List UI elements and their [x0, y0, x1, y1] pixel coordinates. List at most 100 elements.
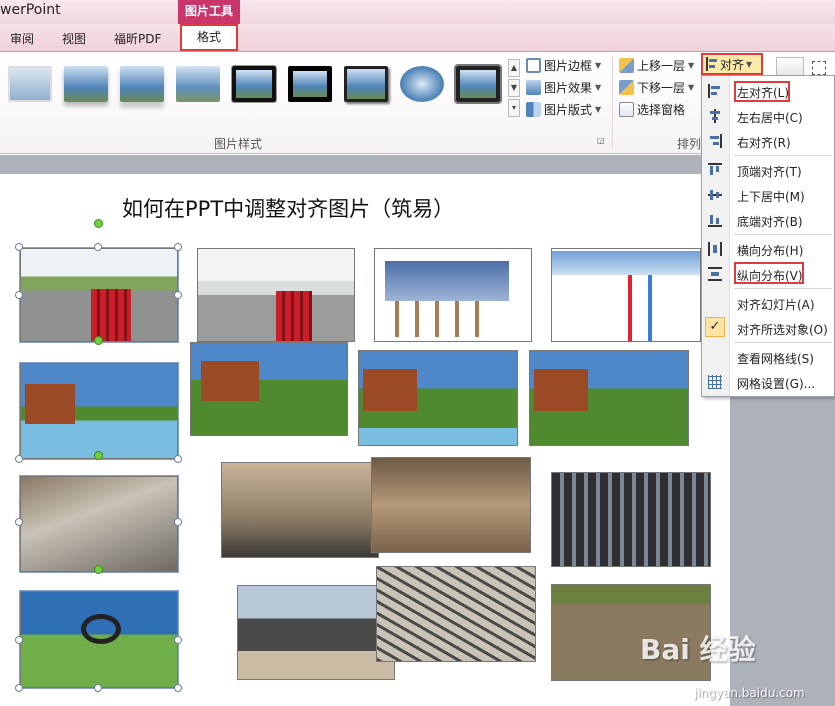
tab-foxit-pdf[interactable]: 福昕PDF	[114, 30, 161, 47]
slide-picture-4[interactable]	[551, 248, 701, 342]
grid-settings-icon	[708, 375, 722, 389]
menu-item-align-top[interactable]: 顶端对齐(T)	[702, 159, 834, 181]
menu-separator	[734, 342, 832, 343]
slide-picture-2[interactable]	[197, 248, 355, 342]
align-icon	[706, 57, 718, 71]
align-center-icon	[708, 109, 722, 123]
selection-frame	[19, 362, 179, 460]
resize-handle[interactable]	[15, 243, 23, 251]
resize-handle[interactable]	[174, 291, 182, 299]
menu-item-align-middle[interactable]: 上下居中(M)	[702, 184, 834, 206]
send-backward-button[interactable]: 下移一层 ▼	[619, 79, 694, 96]
menu-item-align-to-slide[interactable]: 对齐幻灯片(A)	[702, 292, 834, 314]
rotation-handle[interactable]	[94, 219, 103, 228]
picture-effects-icon	[526, 80, 541, 95]
resize-handle[interactable]	[15, 518, 23, 526]
title-bar: werPoint 图片工具	[0, 0, 835, 24]
distribute-vertical-icon	[708, 267, 722, 281]
slide-picture-14[interactable]	[237, 585, 395, 680]
resize-handle[interactable]	[174, 455, 182, 463]
picture-border-icon	[526, 58, 541, 73]
gallery-scroll-down[interactable]: ▼	[508, 79, 520, 97]
slide-picture-11[interactable]	[371, 457, 531, 553]
picture-style-8[interactable]	[400, 66, 444, 102]
menu-separator	[734, 155, 832, 156]
chevron-down-icon: ▼	[595, 61, 602, 70]
picture-style-6[interactable]	[288, 66, 332, 102]
align-middle-icon	[708, 188, 722, 202]
dialog-launcher-icon[interactable]: ◲	[597, 136, 605, 145]
resize-handle[interactable]	[94, 243, 102, 251]
chevron-down-icon: ▼	[746, 59, 753, 69]
picture-layout-button[interactable]: 图片版式 ▼	[526, 101, 601, 118]
rotate-button[interactable]	[812, 61, 826, 75]
menu-item-grid-settings[interactable]: 网格设置(G)...	[702, 371, 834, 393]
bring-forward-icon	[619, 58, 634, 73]
slide-title[interactable]: 如何在PPT中调整对齐图片（筑易）	[122, 193, 454, 223]
resize-handle[interactable]	[94, 684, 102, 692]
selection-pane-button[interactable]: 选择窗格	[619, 101, 685, 118]
picture-style-9[interactable]	[454, 64, 502, 104]
resize-handle[interactable]	[15, 636, 23, 644]
resize-handle[interactable]	[15, 291, 23, 299]
resize-handle[interactable]	[15, 455, 23, 463]
resize-handle[interactable]	[174, 518, 182, 526]
slide-picture-6[interactable]	[190, 342, 348, 436]
picture-tools-context-label: 图片工具	[178, 0, 240, 24]
bring-forward-button[interactable]: 上移一层 ▼	[619, 57, 694, 74]
resize-handle[interactable]	[15, 684, 23, 692]
resize-handle[interactable]	[174, 636, 182, 644]
picture-styles-gallery: ▲ ▼ ▾	[2, 56, 520, 120]
group-separator	[612, 56, 613, 148]
send-backward-icon	[619, 80, 634, 95]
menu-item-view-gridlines[interactable]: 查看网格线(S)	[702, 346, 834, 368]
ribbon-tab-row: 审阅 视图 福昕PDF	[0, 24, 835, 52]
menu-item-align-bottom[interactable]: 底端对齐(B)	[702, 209, 834, 231]
distribute-horizontal-icon	[708, 242, 722, 256]
slide-picture-8[interactable]	[529, 350, 689, 446]
menu-item-align-selected-objects[interactable]: 对齐所选对象(O)	[702, 317, 834, 339]
slide-picture-3[interactable]	[374, 248, 532, 342]
menu-item-align-center[interactable]: 左右居中(C)	[702, 105, 834, 127]
tab-format[interactable]: 格式	[180, 24, 238, 51]
watermark-url: jingyan.baidu.com	[694, 686, 805, 700]
picture-style-1[interactable]	[8, 66, 52, 102]
align-bottom-icon	[708, 213, 722, 227]
picture-layout-icon	[526, 102, 541, 117]
tab-review[interactable]: 审阅	[10, 30, 34, 47]
menu-separator	[734, 288, 832, 289]
chevron-down-icon: ▼	[688, 61, 695, 70]
resize-handle[interactable]	[174, 684, 182, 692]
slide-picture-12[interactable]	[551, 472, 711, 567]
picture-border-button[interactable]: 图片边框 ▼	[526, 57, 601, 74]
menu-item-align-right[interactable]: 右对齐(R)	[702, 130, 834, 152]
align-button[interactable]: 对齐 ▼	[701, 53, 763, 75]
gallery-scroll-up[interactable]: ▲	[508, 59, 520, 77]
menu-separator	[734, 234, 832, 235]
picture-styles-group-label: 图片样式	[214, 137, 263, 151]
rotation-handle[interactable]	[94, 565, 103, 574]
chevron-down-icon: ▼	[595, 83, 602, 92]
picture-style-7[interactable]	[344, 66, 388, 102]
rotation-handle[interactable]	[94, 336, 103, 345]
picture-style-3[interactable]	[120, 66, 164, 102]
slide-picture-7[interactable]	[358, 350, 518, 446]
picture-style-5[interactable]	[231, 65, 277, 103]
tab-view[interactable]: 视图	[62, 30, 86, 47]
align-left-icon	[708, 84, 722, 98]
chevron-down-icon: ▼	[595, 105, 602, 114]
menu-item-distribute-horizontally[interactable]: 横向分布(H)	[702, 238, 834, 260]
picture-effects-button[interactable]: 图片效果 ▼	[526, 79, 601, 96]
slide-picture-10[interactable]	[221, 462, 379, 558]
highlight-box	[734, 262, 804, 284]
slide-picture-15[interactable]	[376, 566, 536, 662]
group-button[interactable]	[776, 57, 804, 77]
resize-handle[interactable]	[174, 243, 182, 251]
picture-style-2[interactable]	[64, 66, 108, 102]
picture-style-4[interactable]	[176, 66, 220, 102]
selection-frame	[19, 475, 179, 573]
rotation-handle[interactable]	[94, 451, 103, 460]
watermark-logo: Bai 经验	[640, 633, 756, 666]
chevron-down-icon: ▼	[688, 83, 695, 92]
gallery-more-button[interactable]: ▾	[508, 99, 520, 117]
